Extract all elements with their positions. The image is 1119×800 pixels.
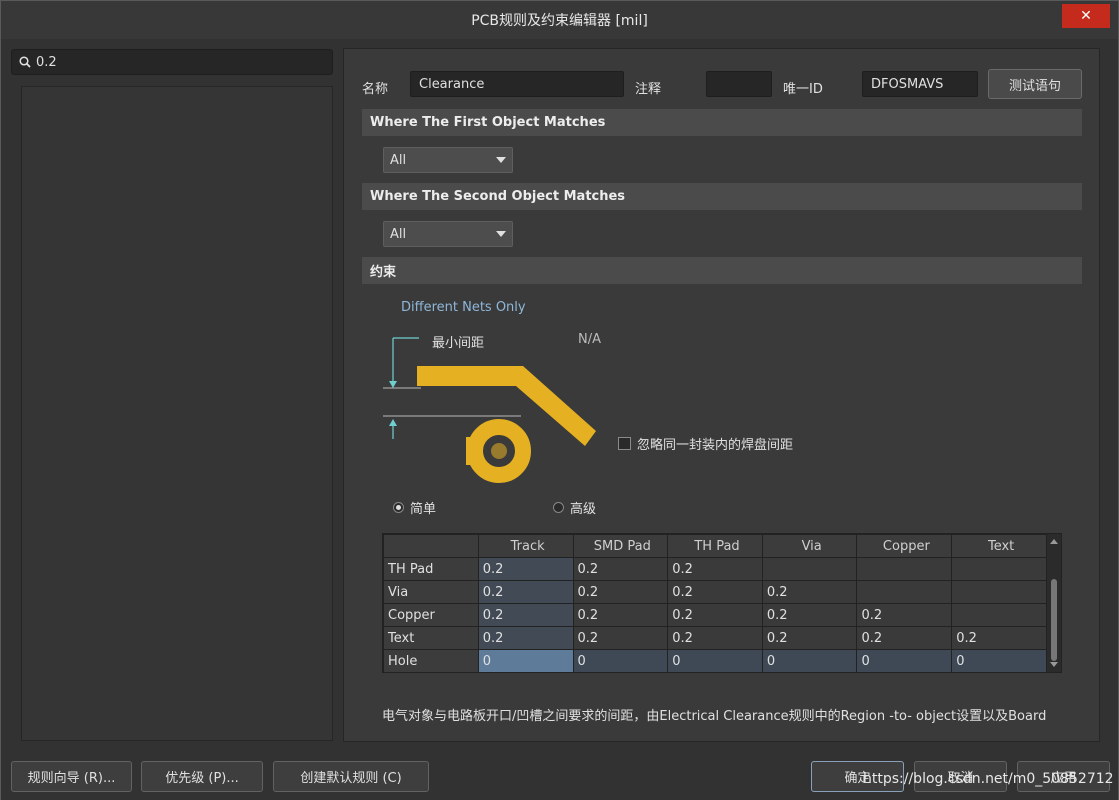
create-default-rules-button[interactable]: 创建默认规则 (C): [273, 761, 429, 792]
table-row: Copper 0.2 0.2 0.2 0.2 0.2: [383, 603, 1047, 627]
matrix-cell[interactable]: 0: [856, 649, 953, 673]
checkbox-box[interactable]: [618, 437, 631, 450]
row-header-copper: Copper: [383, 603, 479, 627]
rule-search-box[interactable]: [11, 49, 333, 75]
rule-editor-window: PCB规则及约束编辑器 [mil] ✕ 名称 Clearance 注释 唯一ID…: [0, 0, 1119, 800]
min-clearance-value[interactable]: N/A: [578, 332, 601, 347]
table-row: Hole 0 0 0 0 0 0: [383, 649, 1047, 673]
matrix-cell[interactable]: 0.2: [477, 557, 574, 581]
first-object-combo[interactable]: All: [383, 147, 513, 173]
col-header-th-pad: TH Pad: [667, 534, 763, 558]
mode-advanced-label: 高级: [570, 502, 597, 517]
matrix-header-row: Track SMD Pad TH Pad Via Copper Text: [383, 534, 1047, 558]
matrix-cell[interactable]: 0.2: [761, 603, 858, 627]
matrix-cell[interactable]: 0.2: [667, 580, 763, 604]
row-header-hole: Hole: [383, 649, 479, 673]
title-bar: PCB规则及约束编辑器 [mil] ✕: [1, 1, 1118, 39]
matrix-cell: [951, 603, 1047, 627]
ignore-pads-label: 忽略同一封装内的焊盘间距: [637, 438, 794, 453]
table-row: TH Pad 0.2 0.2 0.2: [383, 557, 1047, 581]
scroll-up-icon[interactable]: [1050, 539, 1058, 544]
matrix-cell[interactable]: 0.2: [856, 626, 953, 650]
matrix-cell[interactable]: 0.2: [856, 603, 953, 627]
matrix-cell[interactable]: 0.2: [761, 626, 858, 650]
search-input[interactable]: [36, 54, 332, 70]
unique-id-field[interactable]: DFOSMAVS: [862, 71, 978, 97]
col-header-text: Text: [951, 534, 1047, 558]
second-object-selected: All: [390, 226, 407, 242]
matrix-cell: [951, 580, 1047, 604]
window-title: PCB规则及约束编辑器 [mil]: [471, 13, 648, 29]
search-icon: [19, 56, 31, 68]
scroll-down-icon[interactable]: [1050, 662, 1058, 667]
row-header-text: Text: [383, 626, 479, 650]
unique-id-label: 唯一ID: [783, 82, 823, 97]
second-object-section: Where The Second Object Matches: [362, 183, 1082, 210]
matrix-cell[interactable]: 0.2: [667, 557, 763, 581]
matrix-scrollbar[interactable]: [1047, 534, 1061, 672]
radio-selected-icon[interactable]: [393, 502, 404, 513]
clearance-matrix[interactable]: Track SMD Pad TH Pad Via Copper Text TH …: [382, 533, 1062, 673]
matrix-cell[interactable]: 0.2: [477, 603, 574, 627]
matrix-cell[interactable]: 0.2: [572, 580, 669, 604]
rule-tree[interactable]: [21, 86, 333, 741]
matrix-cell[interactable]: 0: [761, 649, 858, 673]
first-object-section: Where The First Object Matches: [362, 109, 1082, 136]
comment-label: 注释: [635, 82, 662, 97]
matrix-cell: [951, 557, 1047, 581]
matrix-cell[interactable]: 0.2: [572, 557, 669, 581]
matrix-cell[interactable]: 0.2: [477, 626, 574, 650]
mode-simple-label: 简单: [410, 502, 437, 517]
row-header-th-pad: TH Pad: [383, 557, 479, 581]
matrix-cell[interactable]: 0: [951, 649, 1047, 673]
min-clearance-label: 最小间距: [432, 336, 485, 351]
name-label: 名称: [362, 82, 389, 97]
matrix-cell: [856, 557, 953, 581]
col-header-copper: Copper: [856, 534, 953, 558]
matrix-cell[interactable]: 0.2: [667, 626, 763, 650]
matrix-cell: [856, 580, 953, 604]
clearance-diagram: [381, 291, 821, 491]
col-header-smd-pad: SMD Pad: [572, 534, 669, 558]
matrix-corner: [383, 534, 479, 558]
matrix-cell-selected[interactable]: 0: [477, 649, 574, 673]
ignore-pads-checkbox[interactable]: 忽略同一封装内的焊盘间距: [618, 434, 793, 453]
col-header-via: Via: [761, 534, 858, 558]
matrix-cell[interactable]: 0.2: [951, 626, 1047, 650]
radio-unselected-icon[interactable]: [553, 502, 564, 513]
chevron-down-icon: [496, 157, 506, 163]
matrix-cell[interactable]: 0.2: [761, 580, 858, 604]
first-object-selected: All: [390, 152, 407, 168]
close-icon: ✕: [1080, 8, 1092, 24]
matrix-cell[interactable]: 0.2: [572, 626, 669, 650]
watermark-text: https://blog.csdn.net/m0_50852712: [863, 771, 1114, 787]
table-row: Text 0.2 0.2 0.2 0.2 0.2 0.2: [383, 626, 1047, 650]
col-header-track: Track: [477, 534, 574, 558]
matrix-cell: [761, 557, 858, 581]
rule-description: 电气对象与电路板开口/凹槽之间要求的间距，由Electrical Clearan…: [382, 709, 1047, 724]
name-field[interactable]: Clearance: [410, 71, 624, 97]
test-query-button[interactable]: 测试语句: [988, 69, 1082, 99]
matrix-cell[interactable]: 0.2: [572, 603, 669, 627]
priority-button[interactable]: 优先级 (P)...: [141, 761, 263, 792]
mode-advanced-radio[interactable]: 高级: [553, 498, 596, 517]
matrix-cell[interactable]: 0: [572, 649, 669, 673]
row-header-via: Via: [383, 580, 479, 604]
scroll-thumb[interactable]: [1051, 579, 1057, 661]
matrix-cell[interactable]: 0: [667, 649, 763, 673]
close-button[interactable]: ✕: [1062, 4, 1110, 28]
rule-wizard-button[interactable]: 规则向导 (R)...: [11, 761, 132, 792]
mode-simple-radio[interactable]: 简单: [393, 498, 436, 517]
matrix-cell[interactable]: 0.2: [667, 603, 763, 627]
second-object-combo[interactable]: All: [383, 221, 513, 247]
comment-field[interactable]: [706, 71, 772, 97]
constraint-section: 约束: [362, 257, 1082, 284]
matrix-cell[interactable]: 0.2: [477, 580, 574, 604]
chevron-down-icon: [496, 231, 506, 237]
table-row: Via 0.2 0.2 0.2 0.2: [383, 580, 1047, 604]
